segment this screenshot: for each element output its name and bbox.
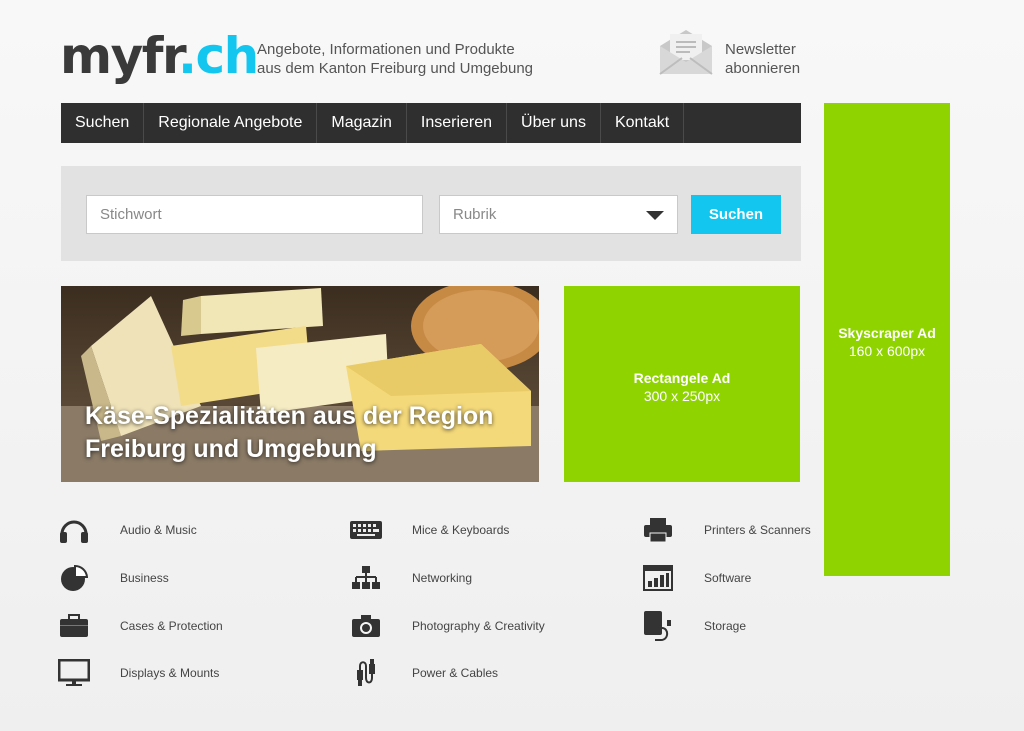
rectangle-ad-title: Rectangele Ad [633,370,731,386]
keyword-input[interactable]: Stichwort [86,195,423,234]
site-tagline: Angebote, Informationen und Produkte aus… [257,40,533,78]
search-panel: Stichwort Rubrik Suchen [61,166,801,261]
headphones-icon [58,515,90,545]
monitor-icon [58,658,90,688]
category-label: Business [120,571,169,585]
category-photography-creativity[interactable]: Photography & Creativity [350,611,545,641]
network-icon [350,563,382,593]
camera-icon [350,611,382,641]
chevron-down-icon [646,211,664,220]
pie-chart-icon [58,563,90,593]
newsletter-line-2: abonnieren [725,60,801,77]
category-software[interactable]: Software [642,563,751,593]
rectangle-ad-size: 300 x 250px [643,388,721,404]
cable-icon [350,658,382,688]
category-power-cables[interactable]: Power & Cables [350,658,498,688]
category-printers-scanners[interactable]: Printers & Scanners [642,515,811,545]
newsletter-link[interactable]: Newsletter abonnieren [725,40,800,78]
search-button[interactable]: Suchen [691,195,781,234]
skyscraper-ad-size: 160 x 600px [848,343,926,359]
category-select-value: Rubrik [453,206,497,223]
category-label: Storage [704,619,747,633]
category-label: Mice & Keyboards [412,523,510,537]
category-label: Cases & Protection [120,619,223,633]
briefcase-icon [58,611,90,641]
hero-title: Käse-Spezialitäten aus der Region Freibu… [85,400,493,466]
skyscraper-ad[interactable]: Skyscraper Ad 160 x 600px [824,103,950,576]
category-cases-protection[interactable]: Cases & Protection [58,611,223,641]
nav-item-magazin[interactable]: Magazin [317,103,407,143]
tagline-line-1: Angebote, Informationen und Produkte [257,41,515,58]
nav-item-ueber-uns[interactable]: Über uns [507,103,601,143]
nav-item-kontakt[interactable]: Kontakt [601,103,685,143]
category-label: Photography & Creativity [412,619,545,633]
category-business[interactable]: Business [58,563,169,593]
hard-drive-icon [642,611,674,641]
category-label: Audio & Music [120,523,197,537]
nav-item-regionale-angebote[interactable]: Regionale Angebote [144,103,318,143]
printer-icon [642,515,674,545]
category-displays-mounts[interactable]: Displays & Mounts [58,658,219,688]
hero-title-line-1: Käse-Spezialitäten aus der Region [85,402,494,430]
envelope-icon[interactable] [658,28,714,81]
category-label: Software [704,571,752,585]
category-label: Displays & Mounts [120,666,220,680]
keyboard-icon [350,515,382,545]
category-label: Power & Cables [412,666,499,680]
category-mice-keyboards[interactable]: Mice & Keyboards [350,515,509,545]
category-label: Printers & Scanners [704,523,811,537]
tagline-line-2: aus dem Kanton Freiburg und Umgebung [257,60,534,77]
category-select[interactable]: Rubrik [439,195,678,234]
category-audio-music[interactable]: Audio & Music [58,515,197,545]
rectangle-ad[interactable]: Rectangele Ad 300 x 250px [564,286,800,482]
category-label: Networking [412,571,473,585]
newsletter-line-1: Newsletter [725,41,796,58]
skyscraper-ad-title: Skyscraper Ad [838,325,936,341]
hero-title-line-2: Freiburg und Umgebung [85,435,377,463]
nav-item-inserieren[interactable]: Inserieren [407,103,508,143]
hero-banner[interactable]: Käse-Spezialitäten aus der Region Freibu… [61,286,539,482]
category-networking[interactable]: Networking [350,563,472,593]
software-icon [642,563,674,593]
main-navigation: Suchen Regionale Angebote Magazin Inseri… [61,103,801,143]
category-storage[interactable]: Storage [642,611,746,641]
nav-item-suchen[interactable]: Suchen [61,103,145,143]
site-logo[interactable]: myfr.ch [60,26,259,86]
